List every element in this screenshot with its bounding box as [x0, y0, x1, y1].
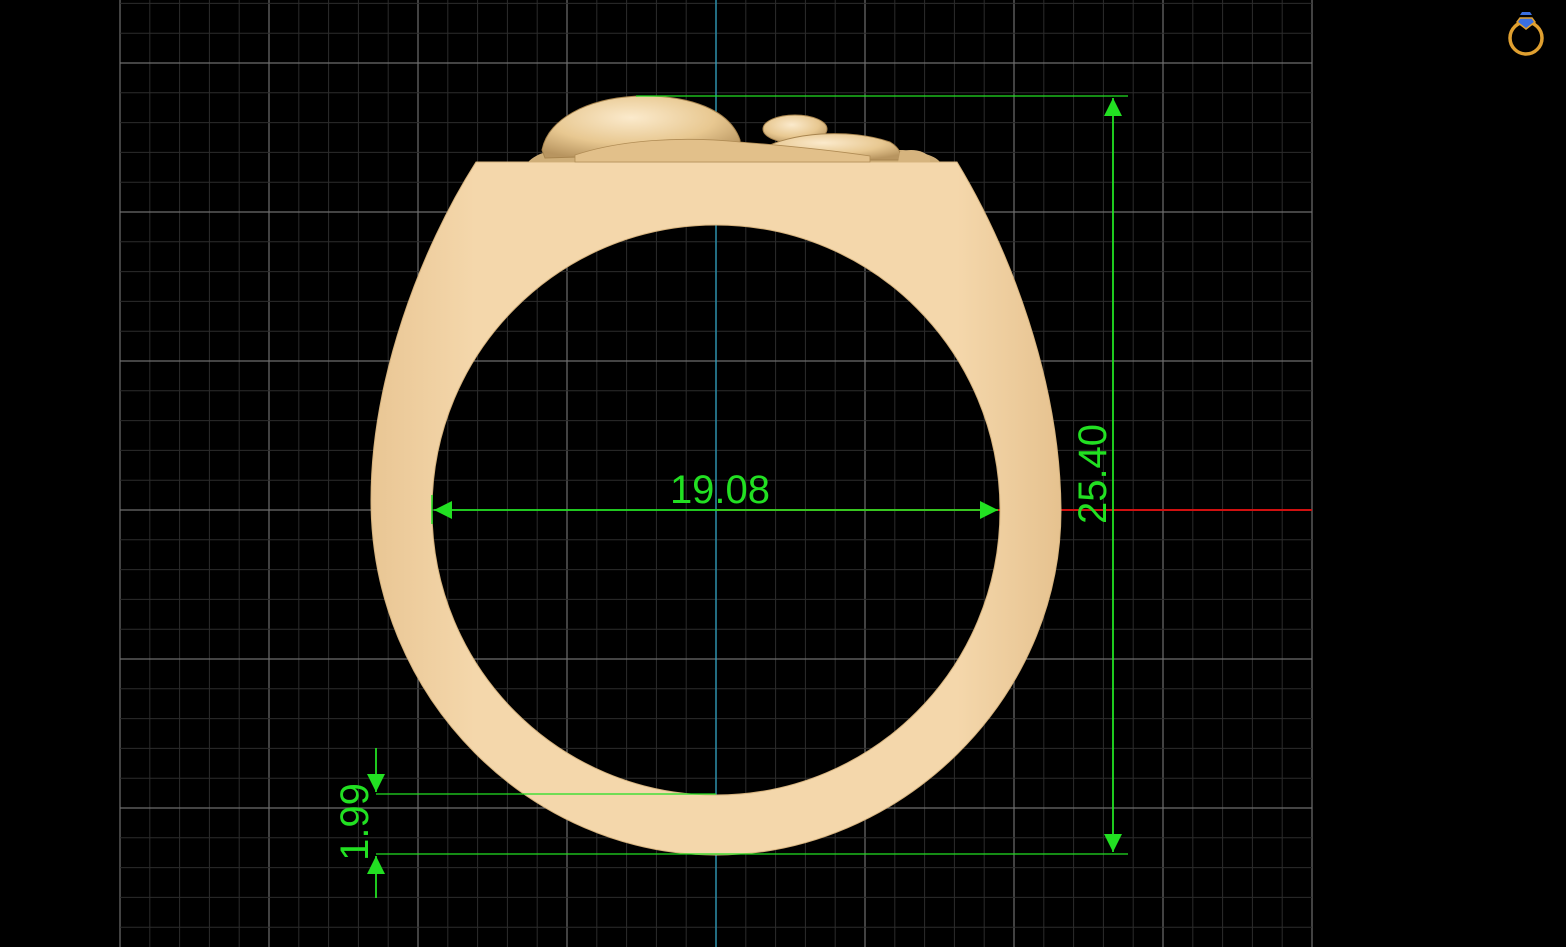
cad-viewport[interactable]: 19.08 25.40 1.99 — [0, 0, 1566, 947]
inner-diameter-label: 19.08 — [670, 468, 770, 512]
total-height-label: 25.40 — [1071, 424, 1115, 524]
band-thickness-label: 1.99 — [333, 783, 377, 861]
